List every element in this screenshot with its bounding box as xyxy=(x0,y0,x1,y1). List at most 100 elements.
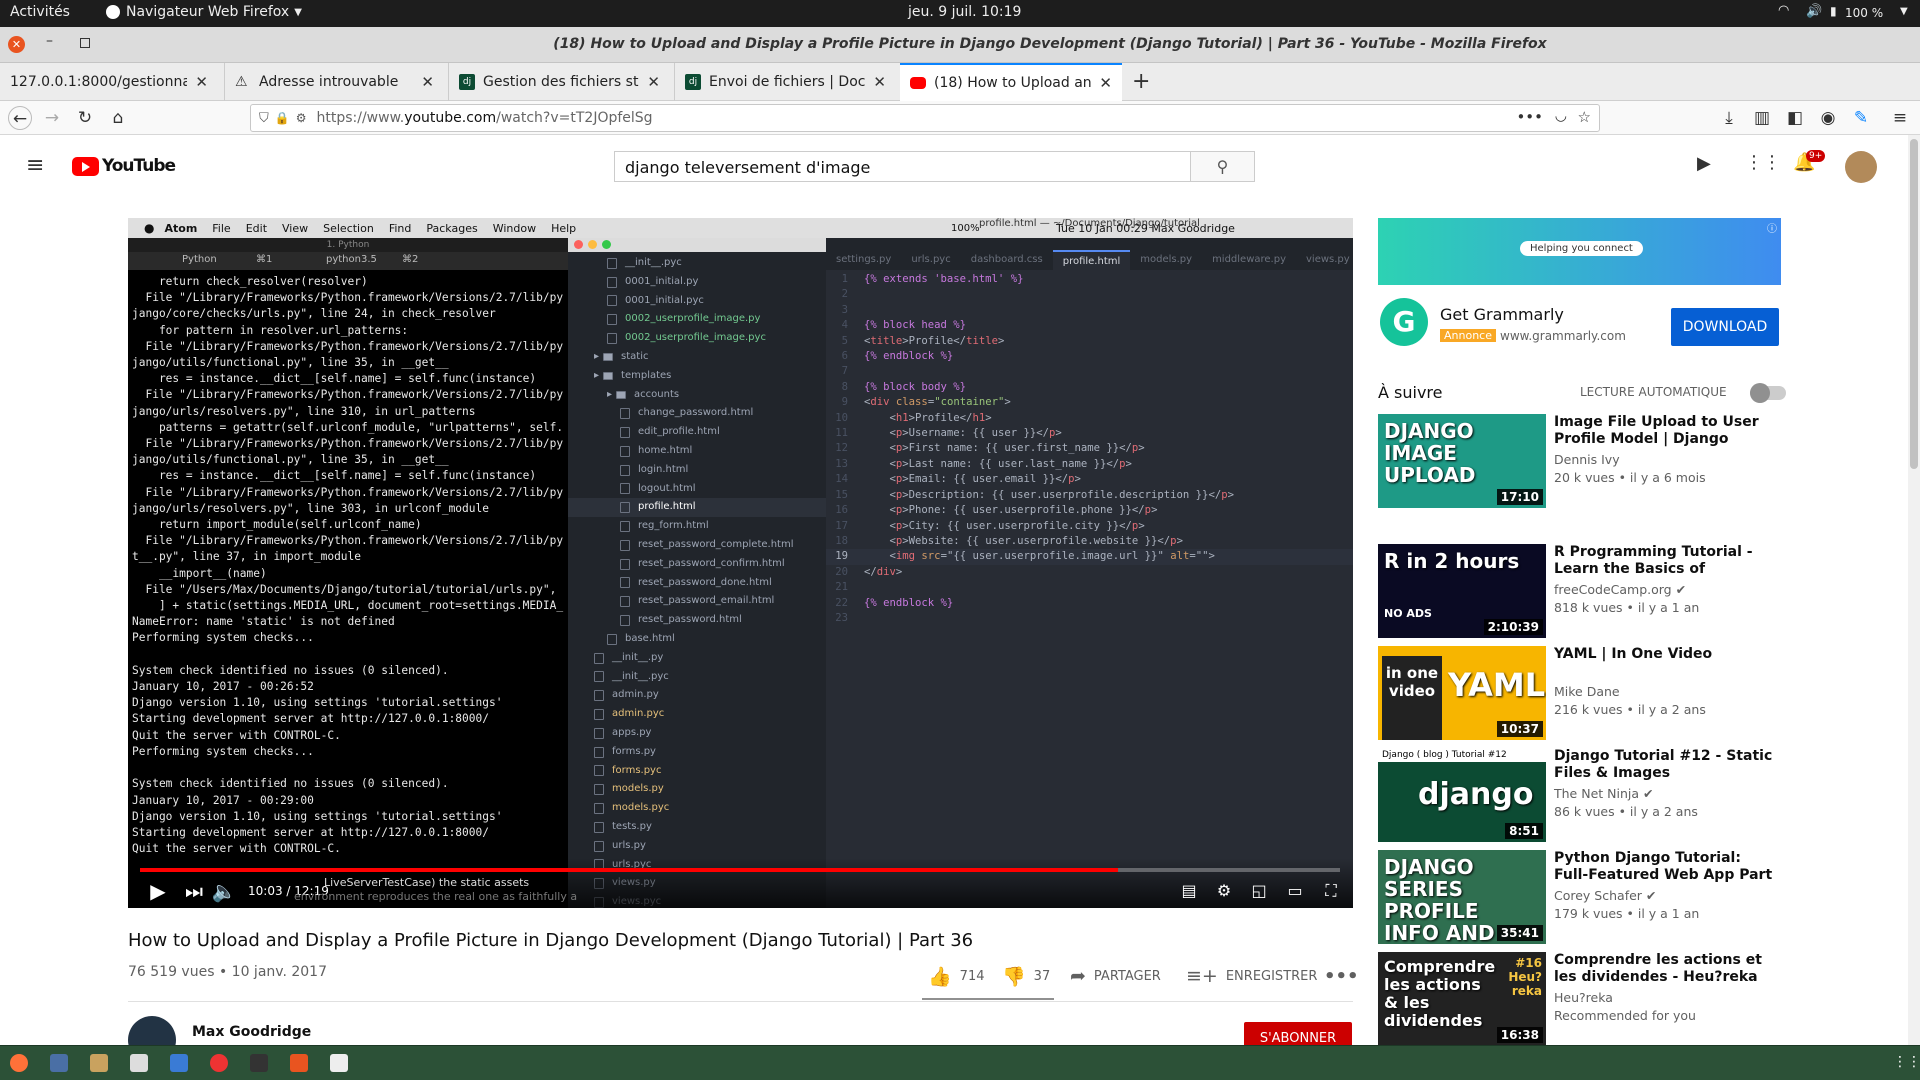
suggestion-item[interactable]: R in 2 hours NO ADS 2:10:39 R Programming T… xyxy=(1378,544,1781,638)
suggestion-channel[interactable]: Mike Dane xyxy=(1554,684,1620,699)
play-icon[interactable]: ▶ xyxy=(146,878,170,904)
suggestion-thumbnail[interactable]: DJANGO SERIES PROFILE INFO AND PICTURE35… xyxy=(1378,850,1546,944)
close-tab-icon[interactable]: ✕ xyxy=(1099,74,1112,92)
suggestion-thumbnail[interactable]: R in 2 hours NO ADS 2:10:39 xyxy=(1378,544,1546,638)
autoplay-toggle[interactable] xyxy=(1750,383,1786,403)
page-scrollbar[interactable] xyxy=(1908,135,1920,1045)
minimize-window-icon[interactable]: – xyxy=(46,33,53,49)
tab-envoi-fichiers[interactable]: dj Envoi de fichiers | Docum ✕ xyxy=(674,63,896,101)
close-window-icon[interactable]: ✕ xyxy=(8,36,25,53)
suggestion-channel[interactable]: Corey Schafer ✔ xyxy=(1554,888,1656,903)
tab-gestionnaire[interactable]: 127.0.0.1:8000/gestionnaire ✕ xyxy=(0,63,218,101)
download-icon[interactable]: ⤓ xyxy=(1717,106,1741,130)
reload-icon[interactable]: ↻ xyxy=(73,106,97,130)
library-icon[interactable]: ▥ xyxy=(1750,106,1774,130)
subtitles-icon[interactable]: ▤ xyxy=(1175,878,1203,904)
scrollbar-thumb[interactable] xyxy=(1910,139,1918,469)
theater-mode-icon[interactable]: ▭ xyxy=(1282,878,1308,904)
channel-name[interactable]: Max Goodridge xyxy=(192,1024,311,1040)
suggestion-title[interactable]: Django Tutorial #12 - Static Files & Ima… xyxy=(1554,748,1779,782)
software-icon[interactable] xyxy=(130,1054,148,1072)
battery-icon[interactable]: ▮ xyxy=(1830,4,1837,18)
activities-button[interactable]: Activités xyxy=(10,4,70,20)
suggestion-channel[interactable]: The Net Ninja ✔ xyxy=(1554,786,1653,801)
suggestion-thumbnail[interactable]: DJANGO IMAGE UPLOAD 17:10 xyxy=(1378,414,1546,508)
search-input[interactable]: django televersement d'image xyxy=(614,151,1191,182)
download-button[interactable]: DOWNLOAD xyxy=(1671,308,1779,346)
suggestion-title[interactable]: YAML | In One Video xyxy=(1554,646,1779,663)
help-icon[interactable] xyxy=(210,1054,228,1072)
maximize-window-icon[interactable] xyxy=(80,38,90,48)
youtube-logo[interactable]: YouTube xyxy=(72,156,176,176)
video-player[interactable]: ● Atom File Edit View Selection Find Packages W… xyxy=(128,218,1353,908)
sidebar-icon[interactable]: ◧ xyxy=(1783,106,1807,130)
tab-adresse-introuvable[interactable]: ⚠ Adresse introuvable ✕ xyxy=(224,63,444,101)
suggestion-title[interactable]: Comprendre les actions et les dividendes… xyxy=(1554,952,1779,986)
like-button[interactable]: 👍 714 xyxy=(928,964,985,988)
pocket-icon[interactable]: ◡ xyxy=(1555,108,1567,124)
guide-menu-icon[interactable]: ≡ xyxy=(26,153,44,178)
ad-info-icon[interactable]: ⓘ xyxy=(1767,220,1777,235)
suggestion-title[interactable]: R Programming Tutorial - Learn the Basic… xyxy=(1554,544,1779,578)
ad-title[interactable]: Get Grammarly xyxy=(1440,305,1564,324)
apps-grid-icon[interactable]: ⋮⋮ xyxy=(1745,152,1781,173)
shield-icon[interactable]: ⛉ xyxy=(259,111,269,126)
hamburger-menu-icon[interactable]: ≡ xyxy=(1888,106,1912,130)
extension-icon[interactable]: ✎ xyxy=(1849,106,1873,130)
close-tab-icon[interactable]: ✕ xyxy=(873,73,886,91)
tab-gestion-fichiers[interactable]: dj Gestion des fichiers stati ✕ xyxy=(448,63,670,101)
trash-icon[interactable] xyxy=(330,1054,348,1072)
system-menu-chevron-icon[interactable]: ▼ xyxy=(1900,6,1908,17)
show-apps-icon[interactable]: ⋮⋮ xyxy=(1893,1054,1920,1072)
page-actions-icon[interactable]: ••• xyxy=(1516,108,1543,126)
close-tab-icon[interactable]: ✕ xyxy=(421,73,434,91)
create-video-icon[interactable]: ▶ xyxy=(1697,153,1711,174)
clock[interactable]: jeu. 9 juil. 10:19 xyxy=(908,4,1021,20)
firefox-icon[interactable] xyxy=(10,1054,28,1072)
thunderbird-icon[interactable] xyxy=(50,1054,68,1072)
suggestion-thumbnail[interactable]: django Django ( blog ) Tutorial #12 8:51 xyxy=(1378,748,1546,842)
ad-banner[interactable]: Helping you connect ⓘ xyxy=(1378,218,1781,285)
lock-icon[interactable]: 🔒 xyxy=(275,111,290,125)
writer-icon[interactable] xyxy=(170,1054,188,1072)
volume-icon[interactable]: 🔈 xyxy=(210,878,238,904)
new-tab-plus-icon[interactable]: + xyxy=(1132,69,1150,94)
terminal-icon[interactable] xyxy=(250,1054,268,1072)
miniplayer-icon[interactable]: ◱ xyxy=(1246,878,1272,904)
suggestion-thumbnail[interactable]: YAML in one video 10:37 xyxy=(1378,646,1546,740)
account-icon[interactable]: ◉ xyxy=(1816,106,1840,130)
settings-gear-icon[interactable]: ⚙ xyxy=(1211,878,1237,904)
home-icon[interactable]: ⌂ xyxy=(106,106,130,130)
sublime-icon[interactable] xyxy=(290,1054,308,1072)
share-button[interactable]: ➦ PARTAGER xyxy=(1070,964,1161,988)
app-menu[interactable]: Navigateur Web Firefox ▼ xyxy=(106,4,302,20)
search-button[interactable]: ⚲ xyxy=(1190,151,1255,182)
grammarly-logo[interactable]: G xyxy=(1380,298,1428,346)
dislike-button[interactable]: 👎 37 xyxy=(1002,964,1050,988)
suggestion-title[interactable]: Image File Upload to User Profile Model … xyxy=(1554,414,1779,448)
close-tab-icon[interactable]: ✕ xyxy=(647,73,660,91)
forward-arrow-icon[interactable]: → xyxy=(40,106,64,130)
fullscreen-icon[interactable]: ⛶ xyxy=(1318,878,1344,904)
next-icon[interactable]: ⏭ xyxy=(182,878,206,904)
save-button[interactable]: ≡+ ENREGISTRER xyxy=(1186,964,1317,988)
suggestion-item[interactable]: YAML in one video 10:37 YAML | In One Video… xyxy=(1378,646,1781,740)
avatar[interactable] xyxy=(1845,151,1877,183)
url-bar[interactable]: ⛉ 🔒 ⚙ https://www.youtube.com/watch?v=tT… xyxy=(250,104,1600,132)
wifi-icon[interactable]: ◠ xyxy=(1778,3,1789,18)
suggestion-title[interactable]: Python Django Tutorial: Full-Featured We… xyxy=(1554,850,1779,884)
volume-icon[interactable]: 🔊 xyxy=(1806,4,1822,19)
suggestion-item[interactable]: DJANGO IMAGE UPLOAD 17:10 Image File Uploa… xyxy=(1378,414,1781,508)
suggestion-channel[interactable]: Heu?reka xyxy=(1554,990,1613,1005)
suggestion-item[interactable]: Comprendre les actions & les dividendes #… xyxy=(1378,952,1781,1046)
suggestion-channel[interactable]: Dennis Ivy xyxy=(1554,452,1620,467)
files-icon[interactable] xyxy=(90,1054,108,1072)
suggestion-channel[interactable]: freeCodeCamp.org ✔ xyxy=(1554,582,1686,597)
more-actions-icon[interactable]: ••• xyxy=(1324,964,1359,988)
permissions-icon[interactable]: ⚙ xyxy=(296,111,307,125)
bookmark-star-icon[interactable]: ☆ xyxy=(1578,108,1591,126)
close-tab-icon[interactable]: ✕ xyxy=(195,73,208,91)
suggestion-item[interactable]: django Django ( blog ) Tutorial #12 8:51 Dj… xyxy=(1378,748,1781,842)
suggestion-thumbnail[interactable]: Comprendre les actions & les dividendes #… xyxy=(1378,952,1546,1046)
back-arrow-icon[interactable]: ← xyxy=(8,106,32,130)
